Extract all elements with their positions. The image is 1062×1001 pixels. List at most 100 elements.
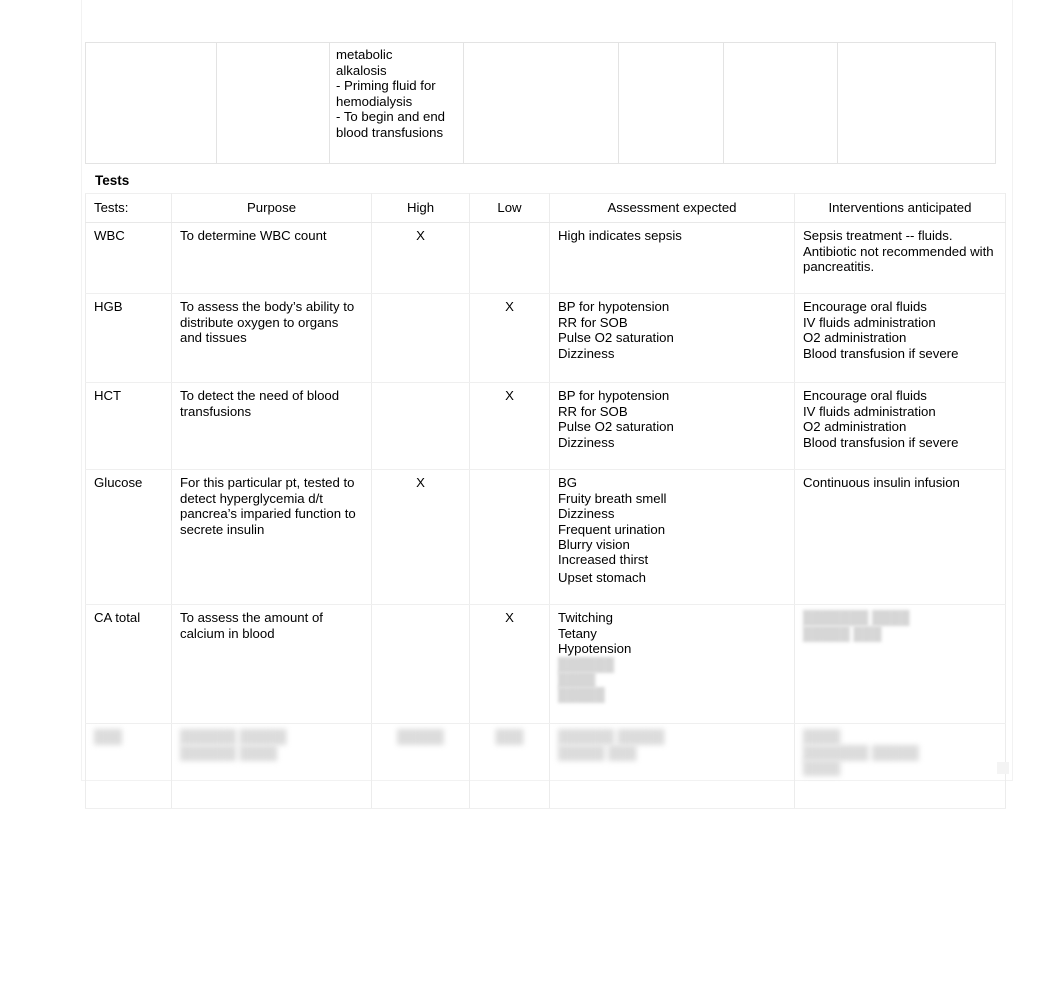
cell-test-name: WBC [85,222,172,295]
intervention-line-illegible: ███████ ████ [803,610,910,626]
assessment-line: Tetany [558,625,597,641]
assessment-line: BP for hypotension [558,388,670,404]
intervention-line-illegible: █████ ███ [803,625,882,641]
table-header-row: Tests: Purpose High Low Assessment expec… [85,192,1006,224]
section-heading-tests: Tests [95,173,130,188]
purpose-line: To detect the need of blood [180,388,340,404]
table-row: HCT To detect the need of blood transfus… [85,382,1006,471]
cell-low-mark [469,469,550,606]
table-row-illegible: ███ ██████ █████ ██████ ████ █████ ███ █… [85,723,1006,810]
cell-test-name: HCT [85,382,172,471]
cell-low-mark: X [469,293,550,384]
table-row: HGB To assess the body’s ability to dist… [85,293,1006,384]
text-illegible: █████ [397,729,444,745]
assessment-line: High indicates sepsis [558,228,682,244]
cell-purpose-illegible: ██████ █████ ██████ ████ [171,723,372,810]
assessment-line: BG [558,475,578,491]
intervention-line: Antibiotic not recommended with [803,243,994,259]
purpose-line: calcium in blood [180,625,275,641]
cell-interventions: Encourage oral fluids IV fluids administ… [794,293,1006,384]
assessment-line: Dizziness [558,434,615,450]
cell-low-mark: X [469,604,550,725]
cell-purpose: To assess the body’s ability to distribu… [171,293,372,384]
cell-assessment-illegible: ██████ █████ █████ ███ [549,723,795,810]
document-page: metabolic alkalosis - Priming fluid for … [82,0,1012,810]
purpose-line: and tissues [180,330,247,346]
header-low: Low [469,192,550,224]
assessment-line: Pulse O2 saturation [558,330,674,346]
intervention-line: O2 administration [803,419,907,435]
intervention-line: IV fluids administration [803,403,936,419]
cell-test-name: HGB [85,293,172,384]
page-corner-artifact [997,762,1009,774]
text-illegible: ███ [94,729,123,745]
cell-interventions: ███████ ████ █████ ███ [794,604,1006,725]
intervention-line: IV fluids administration [803,314,936,330]
assessment-line: Pulse O2 saturation [558,419,674,435]
text-illegible: ███ [495,729,524,745]
continuation-cell-7 [837,42,996,164]
assessment-line: Upset stomach [558,569,646,585]
cell-test-name: Glucose [85,469,172,606]
purpose-line: secrete insulin [180,521,265,537]
cell-purpose: To determine WBC count [171,222,372,295]
purpose-line: To assess the body’s ability to [180,299,355,315]
continuation-cell-4 [463,42,619,164]
table-row: CA total To assess the amount of calcium… [85,604,1006,725]
intervention-line: O2 administration [803,330,907,346]
assessment-line-illegible: ████ [558,672,596,688]
fragment-line: hemodialysis [336,93,413,109]
text-illegible: ██████ ████ [180,744,278,760]
cell-assessment: BP for hypotension RR for SOB Pulse O2 s… [549,382,795,471]
cell-low-mark [469,222,550,295]
table-row: Glucose For this particular pt, tested t… [85,469,1006,606]
header-tests: Tests: [85,192,172,224]
cell-high-mark: X [371,222,470,295]
intervention-line: pancreatitis. [803,259,875,275]
purpose-line: To assess the amount of [180,610,323,626]
cell-purpose: For this particular pt, tested to detect… [171,469,372,606]
fragment-line: - To begin and end [336,109,446,125]
header-interventions-anticipated: Interventions anticipated [794,192,1006,224]
cell-assessment: BG Fruity breath smell Dizziness Frequen… [549,469,795,606]
continuation-cell-5 [618,42,724,164]
cell-high-mark [371,293,470,384]
cell-interventions: Sepsis treatment -- fluids. Antibiotic n… [794,222,1006,295]
tests-table: Tests: Purpose High Low Assessment expec… [85,192,1006,810]
cell-purpose: To assess the amount of calcium in blood [171,604,372,725]
text-illegible: █████ ███ [558,744,637,760]
continuation-cell-3-text: metabolic alkalosis - Priming fluid for … [329,42,464,164]
fragment-line: - Priming fluid for [336,78,436,94]
table-row: WBC To determine WBC count X High indica… [85,222,1006,295]
continuation-table: metabolic alkalosis - Priming fluid for … [85,42,996,164]
assessment-line-illegible: ██████ [558,656,615,672]
intervention-line: Encourage oral fluids [803,299,927,315]
assessment-line: RR for SOB [558,403,628,419]
assessment-line: Frequent urination [558,521,666,537]
cell-assessment: BP for hypotension RR for SOB Pulse O2 s… [549,293,795,384]
cell-assessment: High indicates sepsis [549,222,795,295]
assessment-line: Dizziness [558,345,615,361]
purpose-line: transfusions [180,403,252,419]
purpose-line: distribute oxygen to organs [180,314,339,330]
text-illegible: ██████ █████ [180,729,287,745]
assessment-line: Fruity breath smell [558,490,667,506]
assessment-line: Twitching [558,610,613,626]
cell-high-mark: X [371,469,470,606]
cell-high-illegible: █████ [371,723,470,810]
cell-test-name-illegible: ███ [85,723,172,810]
header-purpose: Purpose [171,192,372,224]
text-illegible: ███████ █████ [803,744,919,760]
cell-low-mark: X [469,382,550,471]
assessment-line: RR for SOB [558,314,628,330]
cell-purpose: To detect the need of blood transfusions [171,382,372,471]
cell-high-mark [371,604,470,725]
cell-interventions: Encourage oral fluids IV fluids administ… [794,382,1006,471]
intervention-line: Encourage oral fluids [803,388,927,404]
intervention-line: Blood transfusion if severe [803,434,959,450]
intervention-line: Blood transfusion if severe [803,345,959,361]
purpose-line: pancrea’s imparied function to [180,506,356,522]
text-illegible: ████ [803,729,841,745]
continuation-cell-1 [85,42,217,164]
continuation-cell-6 [723,42,838,164]
